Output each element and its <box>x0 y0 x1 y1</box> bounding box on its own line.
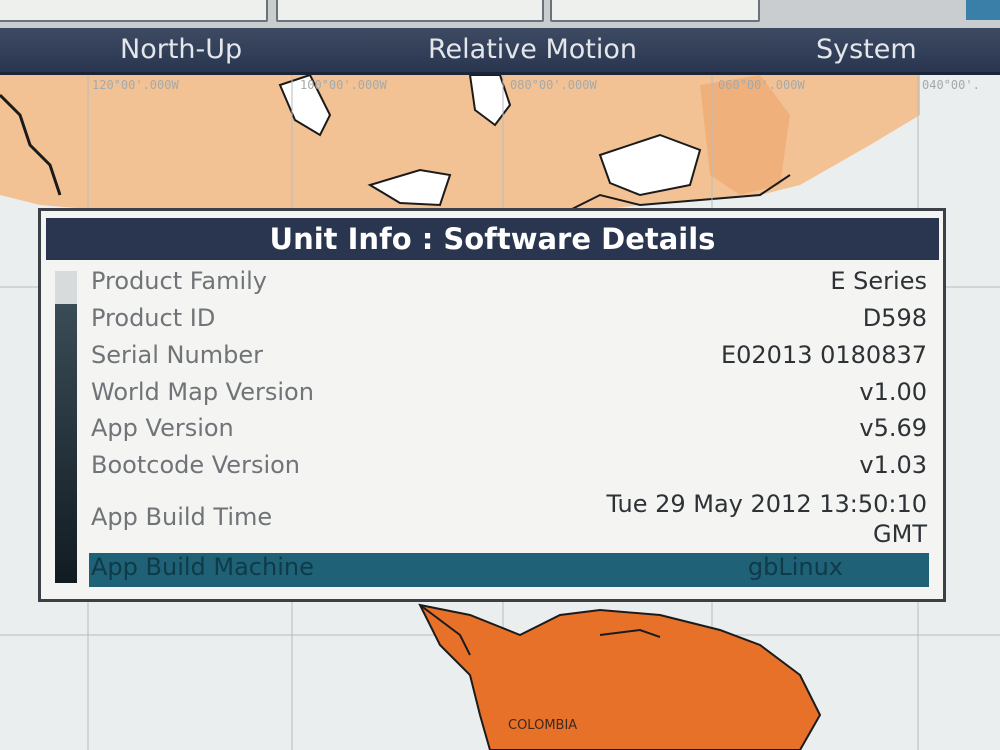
row-label: Bootcode Version <box>91 451 301 479</box>
row-label: Product Family <box>91 267 267 295</box>
row-value: D598 <box>862 304 927 332</box>
longitude-label-3: 080°00'.000W <box>510 78 597 92</box>
row-label: Product ID <box>91 304 216 332</box>
status-accent <box>966 0 1000 20</box>
status-field-2 <box>276 0 544 22</box>
status-field-1 <box>0 0 268 22</box>
menu-relative-motion[interactable]: Relative Motion <box>428 34 637 65</box>
row-label: App Version <box>91 414 234 442</box>
row-value: v1.03 <box>859 451 927 479</box>
scrollbar-thumb[interactable] <box>55 304 77 583</box>
menu-system[interactable]: System <box>816 34 917 65</box>
row-value: v5.69 <box>859 414 927 442</box>
row-bootcode-version[interactable]: Bootcode Version v1.03 <box>89 451 929 485</box>
row-product-family[interactable]: Product Family E Series <box>89 267 929 301</box>
unit-info-dialog: Unit Info : Software Details Product Fam… <box>38 208 946 602</box>
row-value: E Series <box>830 267 927 295</box>
row-world-map-version[interactable]: World Map Version v1.00 <box>89 378 929 412</box>
status-field-3 <box>550 0 760 22</box>
longitude-label-5: 040°00'. <box>922 78 980 92</box>
row-value: gbLinux <box>747 553 843 581</box>
row-label: App Build Machine <box>91 553 314 581</box>
row-value: E02013 0180837 <box>720 341 927 369</box>
menu-north-up[interactable]: North-Up <box>120 34 242 65</box>
row-value-line2: GMT <box>873 520 927 548</box>
row-app-build-time[interactable]: App Build Time Tue 29 May 2012 13:50:10 … <box>89 489 929 553</box>
top-status-strip <box>0 0 1000 28</box>
dialog-title: Unit Info : Software Details <box>46 218 939 260</box>
row-app-build-machine[interactable]: App Build Machine gbLinux <box>89 553 929 587</box>
row-serial-number[interactable]: Serial Number E02013 0180837 <box>89 341 929 375</box>
longitude-label-2: 100°00'.000W <box>300 78 387 92</box>
row-value: v1.00 <box>859 378 927 406</box>
menu-bar: North-Up Relative Motion System <box>0 28 1000 75</box>
row-value-line1: Tue 29 May 2012 13:50:10 <box>606 490 927 518</box>
longitude-label-1: 120°00'.000W <box>92 78 179 92</box>
country-label-colombia: COLOMBIA <box>508 718 578 733</box>
row-label: App Build Time <box>91 503 273 531</box>
row-label: Serial Number <box>91 341 263 369</box>
row-label: World Map Version <box>91 378 314 406</box>
longitude-label-4: 060°00'.000W <box>718 78 805 92</box>
row-product-id[interactable]: Product ID D598 <box>89 304 929 338</box>
row-app-version[interactable]: App Version v5.69 <box>89 414 929 448</box>
